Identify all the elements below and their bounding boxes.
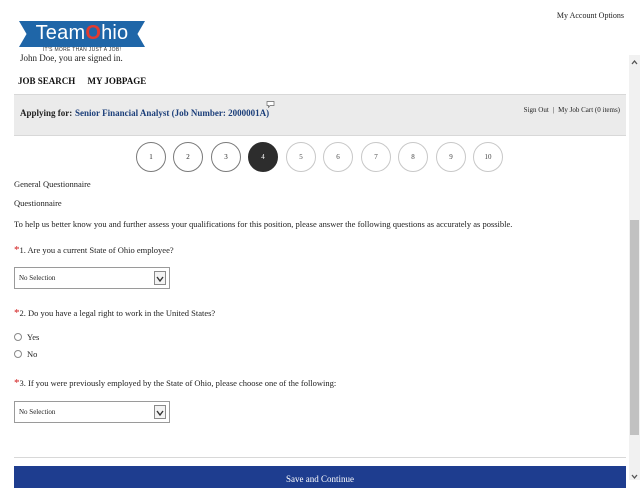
step-5[interactable]: 5 xyxy=(286,142,316,172)
nav-my-jobpage[interactable]: MY JOBPAGE xyxy=(88,76,147,86)
question-3-value: No Selection xyxy=(19,408,56,416)
team-ohio-logo[interactable]: TeamOhio IT'S MORE THAN JUST A JOB! xyxy=(15,18,150,56)
my-account-options-link[interactable]: My Account Options xyxy=(557,11,624,20)
step-1[interactable]: 1 xyxy=(136,142,166,172)
step-4-current[interactable]: 4 xyxy=(248,142,278,172)
intro-text: To help us better know you and further a… xyxy=(14,219,513,229)
sign-out-link[interactable]: Sign Out xyxy=(524,106,549,114)
step-8[interactable]: 8 xyxy=(398,142,428,172)
scroll-down-icon[interactable] xyxy=(629,469,640,480)
job-title-link[interactable]: Senior Financial Analyst (Job Number: 20… xyxy=(75,108,269,118)
nav-job-search[interactable]: JOB SEARCH xyxy=(18,76,75,86)
applying-panel: Applying for: Senior Financial Analyst (… xyxy=(14,94,626,136)
divider xyxy=(14,457,626,458)
job-cart-link[interactable]: My Job Cart (0 items) xyxy=(558,106,620,114)
chevron-down-icon[interactable] xyxy=(154,405,166,419)
link-separator: | xyxy=(552,106,555,114)
step-7[interactable]: 7 xyxy=(361,142,391,172)
vertical-scrollbar[interactable] xyxy=(629,55,640,480)
scrollbar-thumb[interactable] xyxy=(630,220,639,435)
save-and-continue-button[interactable]: Save and Continue xyxy=(14,466,626,488)
comment-icon[interactable] xyxy=(266,101,275,108)
question-3-text: 3. If you were previously employed by th… xyxy=(19,378,337,388)
question-1-select[interactable]: No Selection xyxy=(14,267,170,289)
question-1-value: No Selection xyxy=(19,274,56,282)
signed-in-message: John Doe, you are signed in. xyxy=(20,53,123,63)
question-3: *3. If you were previously employed by t… xyxy=(14,377,336,389)
radio-no[interactable] xyxy=(14,350,22,358)
question-1-text: 1. Are you a current State of Ohio emplo… xyxy=(19,245,174,255)
section-title: General Questionnaire xyxy=(14,179,91,189)
step-9[interactable]: 9 xyxy=(436,142,466,172)
step-6[interactable]: 6 xyxy=(323,142,353,172)
step-10[interactable]: 10 xyxy=(473,142,503,172)
step-2[interactable]: 2 xyxy=(173,142,203,172)
apply-links: Sign Out | My Job Cart (0 items) xyxy=(524,106,620,114)
radio-yes-label: Yes xyxy=(27,332,40,342)
question-3-select[interactable]: No Selection xyxy=(14,401,170,423)
step-3[interactable]: 3 xyxy=(211,142,241,172)
radio-no-label: No xyxy=(27,349,38,359)
question-1: *1. Are you a current State of Ohio empl… xyxy=(14,244,174,256)
applying-label: Applying for: xyxy=(20,108,73,118)
radio-yes[interactable] xyxy=(14,333,22,341)
scroll-up-icon[interactable] xyxy=(629,55,640,66)
question-2-text: 2. Do you have a legal right to work in … xyxy=(19,308,216,318)
chevron-down-icon[interactable] xyxy=(154,271,166,285)
logo-text: TeamOhio xyxy=(35,22,129,44)
question-2: *2. Do you have a legal right to work in… xyxy=(14,307,215,319)
main-nav: JOB SEARCH MY JOBPAGE xyxy=(18,76,156,86)
subsection-title: Questionnaire xyxy=(14,198,62,208)
